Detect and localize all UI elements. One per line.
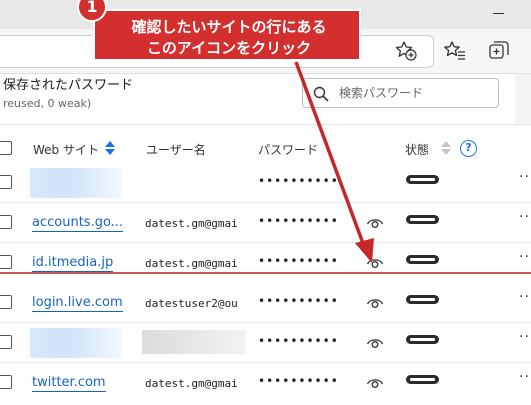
callout-arrow	[294, 61, 366, 247]
annotation-callout: 確認したいサイトの行にある このアイコンをクリック	[93, 9, 361, 61]
browser-window: 保存されたパスワード reused, 0 weak) Web サイト ユーザー名…	[0, 0, 531, 405]
callout-line-1: 確認したいサイトの行にある	[131, 18, 327, 36]
callout-line-2: このアイコンをクリック	[146, 39, 312, 57]
callout-arrowhead	[355, 238, 374, 263]
